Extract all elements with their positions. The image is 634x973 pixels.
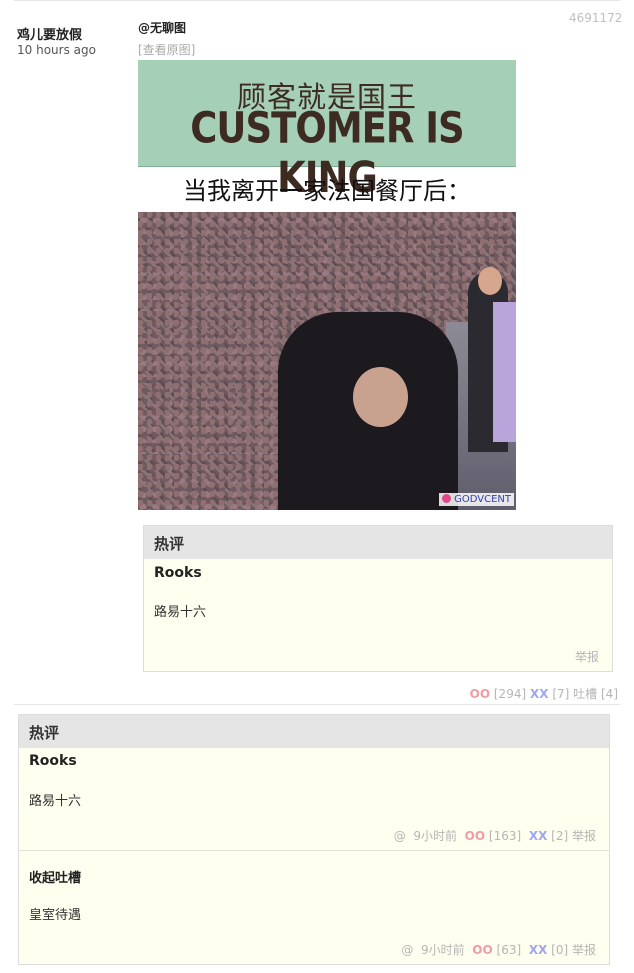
comment-text: 路易十六 (29, 794, 82, 809)
top-divider (14, 0, 620, 1)
comment-time: 9小时前 (413, 829, 458, 843)
post-image[interactable]: 顾客就是国王 CUSTOMER IS KING 当我离开一家法国餐厅后： GOD… (138, 60, 516, 510)
oo-count: [63] (496, 943, 522, 957)
xx-count: [7] (552, 687, 570, 701)
comment-divider (19, 850, 609, 851)
hot-comments-section: 热评 Rooks 路易十六 @ 9小时前 OO [163] XX [2] 举报 … (18, 714, 610, 965)
post-author[interactable]: 鸡儿要放假 (17, 24, 82, 43)
xx-vote-button[interactable]: XX (529, 829, 548, 843)
tucao-button[interactable]: 吐槽 (573, 687, 597, 701)
post-hot-comment-box: 热评 Rooks 路易十六 举报 (143, 525, 613, 672)
oo-vote-button[interactable]: OO (465, 829, 485, 843)
xx-count: [2] (551, 829, 569, 843)
photo-person-head (353, 367, 408, 427)
image-sign: 顾客就是国王 CUSTOMER IS KING (138, 60, 516, 202)
comment-meta: @ 9小时前 OO [63] XX [0] 举报 (401, 941, 596, 958)
reply-at-button[interactable]: @ (401, 943, 413, 957)
hot-section-header: 热评 (19, 715, 609, 748)
comment-meta: @ 9小时前 OO [163] XX [2] 举报 (394, 827, 596, 844)
hot-comment-report-link[interactable]: 举报 (575, 648, 599, 665)
oo-count: [294] (493, 687, 527, 701)
post-id: 4691172 (569, 11, 623, 25)
xx-vote-button[interactable]: XX (530, 687, 549, 701)
xx-vote-button[interactable]: XX (529, 943, 548, 957)
oo-count: [163] (488, 829, 522, 843)
report-link[interactable]: 举报 (572, 943, 596, 957)
photo-bystander-head (478, 267, 502, 295)
image-photo (138, 212, 516, 510)
watermark-text: GODVCENT (454, 494, 511, 505)
image-watermark: GODVCENT (439, 493, 514, 506)
report-link[interactable]: 举报 (572, 829, 596, 843)
comment-text: 皇室待遇 (29, 908, 82, 923)
oo-vote-button[interactable]: OO (472, 943, 492, 957)
post-category-tag[interactable]: @无聊图 (138, 19, 186, 36)
oo-vote-button[interactable]: OO (470, 687, 490, 701)
comment-author[interactable]: Rooks (29, 753, 77, 769)
hot-comment-text: 路易十六 (154, 605, 207, 620)
post-time: 10 hours ago (17, 43, 96, 57)
xx-count: [0] (551, 943, 569, 957)
reply-at-button[interactable]: @ (394, 829, 406, 843)
comment-time: 9小时前 (421, 943, 465, 957)
image-caption: 当我离开一家法国餐厅后： (183, 177, 471, 205)
hot-comment-header: 热评 (144, 526, 612, 559)
comment-author[interactable]: 收起吐槽 (29, 867, 81, 886)
watermark-logo-icon (442, 494, 452, 503)
section-divider (14, 704, 620, 705)
view-original-link[interactable]: [查看原图] (138, 41, 195, 58)
tucao-count: [4] (601, 687, 618, 701)
photo-purple-shirt (493, 302, 516, 442)
post-action-bar: OO [294] XX [7] 吐槽 [4] (470, 685, 618, 702)
hot-comment-author[interactable]: Rooks (154, 565, 202, 581)
